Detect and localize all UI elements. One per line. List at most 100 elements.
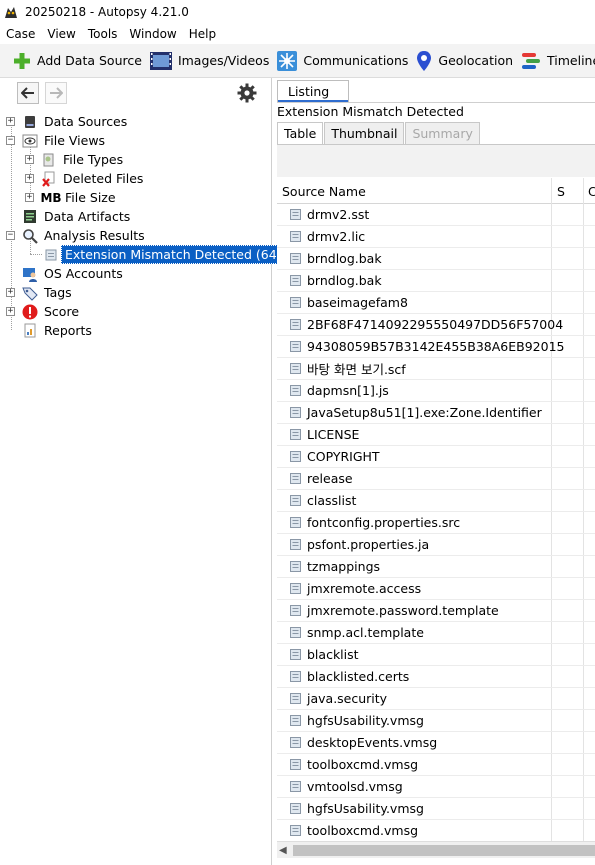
- file-icon: [290, 825, 301, 836]
- tab-table[interactable]: Table: [277, 122, 324, 144]
- tree-settings-button[interactable]: [236, 82, 258, 104]
- menu-case[interactable]: Case: [0, 27, 41, 41]
- tree-label-extension-mismatch: Extension Mismatch Detected (64): [61, 245, 286, 264]
- tab-thumbnail[interactable]: Thumbnail: [324, 122, 405, 144]
- table-row[interactable]: release: [277, 468, 595, 490]
- expand-toggle[interactable]: +: [6, 288, 15, 297]
- table-row[interactable]: drmv2.lic: [277, 226, 595, 248]
- tree-node-file-size[interactable]: + MB File Size: [25, 188, 116, 207]
- expand-toggle[interactable]: +: [6, 307, 15, 316]
- table-row[interactable]: 94308059B57B3142E455B38A6EB92015: [277, 336, 595, 358]
- main-toolbar: Add Data Source Images/Videos Communicat…: [0, 44, 595, 78]
- table-row[interactable]: desktopEvents.vmsg: [277, 732, 595, 754]
- row-source-name: vmtoolsd.vmsg: [307, 779, 403, 794]
- communications-button[interactable]: Communications: [274, 46, 413, 76]
- menu-bar: Case View Tools Window Help: [0, 24, 595, 44]
- column-header-c[interactable]: C: [583, 178, 595, 204]
- table-row[interactable]: toolboxcmd.vmsg: [277, 820, 595, 842]
- tree-node-file-types[interactable]: + File Types: [25, 150, 123, 169]
- table-row[interactable]: brndlog.bak: [277, 248, 595, 270]
- table-row[interactable]: JavaSetup8u51[1].exe:Zone.Identifier: [277, 402, 595, 424]
- tree-label-data-sources: Data Sources: [44, 114, 128, 129]
- table-row[interactable]: jmxremote.password.template: [277, 600, 595, 622]
- file-icon: [290, 429, 301, 440]
- file-icon: [290, 495, 301, 506]
- table-row[interactable]: jmxremote.access: [277, 578, 595, 600]
- menu-view[interactable]: View: [41, 27, 81, 41]
- tree-label-reports: Reports: [44, 323, 92, 338]
- file-icon: [290, 363, 301, 374]
- forward-button[interactable]: [45, 82, 67, 104]
- collapse-toggle[interactable]: −: [6, 136, 15, 145]
- expand-toggle[interactable]: +: [25, 155, 34, 164]
- tree-node-reports[interactable]: Reports: [22, 321, 92, 340]
- tree-node-data-artifacts[interactable]: Data Artifacts: [22, 207, 130, 226]
- table-row[interactable]: tzmappings: [277, 556, 595, 578]
- tree-node-extension-mismatch[interactable]: Extension Mismatch Detected (64): [43, 245, 286, 264]
- expand-toggle[interactable]: +: [25, 174, 34, 183]
- images-videos-button[interactable]: Images/Videos: [147, 46, 274, 76]
- tree-node-file-views[interactable]: − File Views: [6, 131, 105, 150]
- table-row[interactable]: psfont.properties.ja: [277, 534, 595, 556]
- table-row[interactable]: java.security: [277, 688, 595, 710]
- menu-tools[interactable]: Tools: [82, 27, 124, 41]
- scroll-left-icon[interactable]: ◀: [279, 845, 287, 856]
- tree-label-file-views: File Views: [44, 133, 106, 148]
- row-source-name: hgfsUsability.vmsg: [307, 713, 424, 728]
- table-row[interactable]: snmp.acl.template: [277, 622, 595, 644]
- window-title: 20250218 - Autopsy 4.21.0: [25, 5, 189, 19]
- expand-toggle[interactable]: +: [25, 193, 34, 202]
- timeline-button[interactable]: Timeline: [518, 46, 595, 76]
- add-data-source-button[interactable]: Add Data Source: [10, 46, 147, 76]
- tree-node-analysis-results[interactable]: − Analysis Results: [6, 226, 145, 245]
- table-row[interactable]: 2BF68F4714092295550497DD56F57004: [277, 314, 595, 336]
- row-source-name: toolboxcmd.vmsg: [307, 823, 419, 838]
- table-row[interactable]: classlist: [277, 490, 595, 512]
- table-row[interactable]: blacklisted.certs: [277, 666, 595, 688]
- row-source-name: snmp.acl.template: [307, 625, 424, 640]
- row-source-name: tzmappings: [307, 559, 381, 574]
- result-title: Extension Mismatch Detected: [277, 104, 464, 119]
- add-data-source-label: Add Data Source: [37, 53, 142, 68]
- tree-node-tags[interactable]: + Tags: [6, 283, 72, 302]
- table-row[interactable]: 바탕 화면 보기.scf: [277, 358, 595, 380]
- tab-table-label: Table: [284, 126, 317, 141]
- table-row[interactable]: fontconfig.properties.src: [277, 512, 595, 534]
- table-row[interactable]: brndlog.bak: [277, 270, 595, 292]
- table-row[interactable]: toolboxcmd.vmsg: [277, 754, 595, 776]
- tree-node-score[interactable]: + Score: [6, 302, 79, 321]
- table-row[interactable]: LICENSE: [277, 424, 595, 446]
- tree-node-data-sources[interactable]: + Data Sources: [6, 112, 127, 131]
- table-row[interactable]: vmtoolsd.vmsg: [277, 776, 595, 798]
- table-row[interactable]: dapmsn[1].js: [277, 380, 595, 402]
- tree-node-os-accounts[interactable]: OS Accounts: [22, 264, 123, 283]
- result-viewer-pane: Listing Extension Mismatch Detected Tabl…: [277, 78, 595, 865]
- table-row[interactable]: COPYRIGHT: [277, 446, 595, 468]
- table-row[interactable]: baseimagefam8: [277, 292, 595, 314]
- expand-toggle[interactable]: +: [6, 117, 15, 126]
- table-row[interactable]: hgfsUsability.vmsg: [277, 710, 595, 732]
- results-table: Source Name S C drmv2.sst drmv2.lic brndlo…: [277, 178, 595, 842]
- file-icon: [290, 671, 301, 682]
- file-icon: [290, 297, 301, 308]
- horizontal-scrollbar[interactable]: ◀: [277, 841, 595, 858]
- table-row[interactable]: blacklist: [277, 644, 595, 666]
- file-icon: [290, 319, 301, 330]
- menu-help[interactable]: Help: [183, 27, 222, 41]
- communications-icon: [277, 50, 298, 71]
- row-source-name: desktopEvents.vmsg: [307, 735, 438, 750]
- tab-listing[interactable]: Listing: [277, 80, 349, 102]
- tree-node-deleted-files[interactable]: + Deleted Files: [25, 169, 143, 188]
- table-row[interactable]: hgfsUsability.vmsg: [277, 798, 595, 820]
- geolocation-button[interactable]: Geolocation: [413, 46, 518, 76]
- row-source-name: jmxremote.access: [307, 581, 422, 596]
- scrollbar-thumb[interactable]: [293, 845, 595, 856]
- table-row[interactable]: drmv2.sst: [277, 204, 595, 226]
- back-button[interactable]: [17, 82, 39, 104]
- timeline-label: Timeline: [547, 53, 595, 68]
- file-icon: [290, 649, 301, 660]
- collapse-toggle[interactable]: −: [6, 231, 15, 240]
- tab-thumbnail-label: Thumbnail: [331, 126, 398, 141]
- menu-window[interactable]: Window: [123, 27, 182, 41]
- column-header-source-name[interactable]: Source Name: [277, 178, 550, 204]
